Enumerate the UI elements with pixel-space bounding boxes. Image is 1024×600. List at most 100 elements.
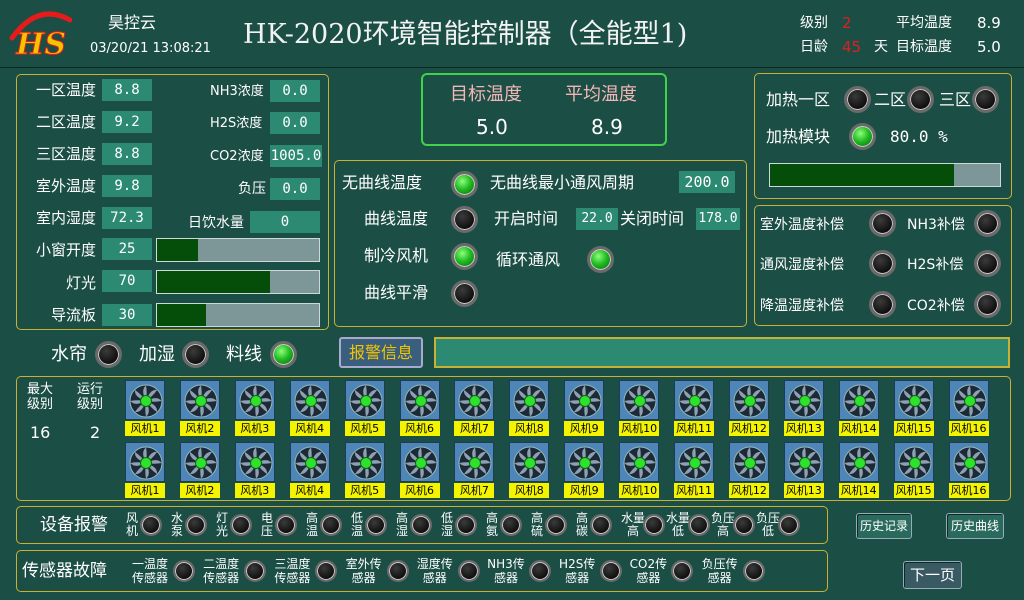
co2-comp-indicator[interactable] — [974, 291, 1001, 318]
fan-12-row2[interactable]: 风机12 — [728, 442, 769, 498]
heating-zone3-indicator[interactable] — [972, 86, 999, 113]
feedline-indicator[interactable] — [270, 341, 297, 368]
fan-13-row1[interactable]: 风机13 — [783, 380, 824, 436]
fan-15-row2[interactable]: 风机15 — [893, 442, 934, 498]
humidify-indicator[interactable] — [182, 341, 209, 368]
heating-zone2-indicator[interactable] — [907, 86, 934, 113]
nh3-comp-indicator[interactable] — [974, 210, 1001, 237]
fan-3-row2[interactable]: 风机3 — [234, 442, 275, 498]
device-alarm-indicator[interactable] — [500, 514, 522, 536]
cool-humidity-comp-indicator[interactable] — [869, 291, 896, 318]
fan-label: 风机14 — [838, 483, 879, 498]
window-opening-label: 小窗开度 — [36, 241, 97, 259]
off-time-label: 关闭时间 — [620, 209, 685, 228]
sensor-fault-indicator[interactable] — [173, 560, 195, 582]
fan-8-row1[interactable]: 风机8 — [509, 380, 550, 436]
curve-temp-indicator[interactable] — [451, 206, 478, 233]
fan-16-row2[interactable]: 风机16 — [948, 442, 989, 498]
no-curve-temp-label: 无曲线温度 — [342, 173, 423, 192]
device-alarm-indicator[interactable] — [275, 514, 297, 536]
sensor-fault-indicator[interactable] — [742, 560, 765, 582]
target-temp-value: 5.0 — [977, 38, 1001, 56]
device-alarm-indicator[interactable] — [140, 514, 162, 536]
fan-14-row2[interactable]: 风机14 — [838, 442, 879, 498]
device-alarm-indicator[interactable] — [320, 514, 342, 536]
device-alarm-indicator[interactable] — [185, 514, 207, 536]
fan-1-row2[interactable]: 风机1 — [125, 442, 165, 498]
device-alarm-indicator[interactable] — [778, 514, 800, 536]
device-alarm-indicator[interactable] — [643, 514, 665, 536]
cooling-fan-indicator[interactable] — [451, 243, 478, 270]
fan-9-row1[interactable]: 风机9 — [564, 380, 605, 436]
fan-12-row1[interactable]: 风机12 — [728, 380, 769, 436]
fan-4-row2[interactable]: 风机4 — [289, 442, 330, 498]
history-curve-button[interactable]: 历史曲线 — [946, 513, 1004, 539]
device-alarm-indicator[interactable] — [230, 514, 252, 536]
fan-icon — [454, 380, 495, 420]
next-page-button[interactable]: 下一页 — [903, 561, 962, 589]
vent-humidity-comp-indicator[interactable] — [869, 250, 896, 277]
heating-zone1-indicator[interactable] — [844, 86, 871, 113]
h2s-comp-indicator[interactable] — [974, 250, 1001, 277]
fan-9-row2[interactable]: 风机9 — [564, 442, 605, 498]
fan-15-row1[interactable]: 风机15 — [893, 380, 934, 436]
fan-5-row2[interactable]: 风机5 — [344, 442, 385, 498]
fan-11-row2[interactable]: 风机11 — [674, 442, 714, 498]
fan-icon — [289, 442, 330, 482]
fan-label: 风机8 — [509, 421, 550, 436]
fan-label: 风机12 — [728, 421, 769, 436]
fan-13-row2[interactable]: 风机13 — [783, 442, 824, 498]
fan-label: 风机8 — [509, 483, 550, 498]
fan-label: 风机11 — [674, 483, 714, 498]
circulation-label: 循环通风 — [496, 250, 561, 269]
device-alarm-indicator[interactable] — [590, 514, 612, 536]
curve-smooth-indicator[interactable] — [451, 280, 478, 307]
outdoor-temp-comp-indicator[interactable] — [869, 210, 896, 237]
device-alarm-indicator[interactable] — [410, 514, 432, 536]
device-alarm-indicator[interactable] — [688, 514, 710, 536]
curtain-indicator[interactable] — [95, 341, 122, 368]
fan-4-row1[interactable]: 风机4 — [289, 380, 330, 436]
min-period-value[interactable]: 200.0 — [679, 171, 735, 193]
fan-label: 风机5 — [344, 421, 385, 436]
fan-16-row1[interactable]: 风机16 — [948, 380, 989, 436]
fan-1-row1[interactable]: 风机1 — [125, 380, 165, 436]
logo-text: HS — [15, 27, 66, 62]
fan-2-row2[interactable]: 风机2 — [179, 442, 220, 498]
device-alarm-label: 风机 — [125, 511, 138, 538]
circulation-indicator[interactable] — [587, 246, 614, 273]
device-alarm-indicator[interactable] — [455, 514, 477, 536]
fan-label: 风机4 — [289, 483, 330, 498]
history-record-button[interactable]: 历史记录 — [856, 513, 912, 539]
fan-label: 风机16 — [948, 421, 989, 436]
fan-2-row1[interactable]: 风机2 — [179, 380, 220, 436]
fan-14-row1[interactable]: 风机14 — [838, 380, 879, 436]
fan-7-row1[interactable]: 风机7 — [454, 380, 495, 436]
fan-5-row1[interactable]: 风机5 — [344, 380, 385, 436]
on-time-value[interactable]: 22.0 — [576, 208, 618, 230]
alarm-info-button[interactable]: 报警信息 — [339, 337, 423, 368]
device-alarm-indicator[interactable] — [733, 514, 755, 536]
device-alarm-indicator[interactable] — [365, 514, 387, 536]
fan-6-row2[interactable]: 风机6 — [399, 442, 440, 498]
fan-11-row1[interactable]: 风机11 — [674, 380, 714, 436]
fan-7-row2[interactable]: 风机7 — [454, 442, 495, 498]
sensor-fault-label: 一温度传感器 — [131, 557, 168, 585]
heating-module-indicator[interactable] — [849, 123, 876, 150]
fan-3-row1[interactable]: 风机3 — [234, 380, 275, 436]
fan-8-row2[interactable]: 风机8 — [509, 442, 550, 498]
sensor-fault-indicator[interactable] — [386, 560, 409, 582]
heating-module-bar — [769, 163, 1001, 187]
sensor-fault-label: 二温度传感器 — [203, 557, 240, 585]
fan-icon — [234, 442, 275, 482]
fan-label: 风机2 — [179, 483, 220, 498]
sensor-fault-indicator[interactable] — [457, 560, 480, 582]
device-alarm-label: 高湿 — [395, 511, 408, 538]
off-time-value[interactable]: 178.0 — [696, 208, 740, 230]
fan-10-row2[interactable]: 风机10 — [619, 442, 660, 498]
fan-6-row1[interactable]: 风机6 — [399, 380, 440, 436]
sensor-fault-indicator[interactable] — [529, 560, 551, 582]
device-alarm-indicator[interactable] — [545, 514, 567, 536]
fan-10-row1[interactable]: 风机10 — [619, 380, 660, 436]
no-curve-temp-indicator[interactable] — [451, 171, 478, 198]
